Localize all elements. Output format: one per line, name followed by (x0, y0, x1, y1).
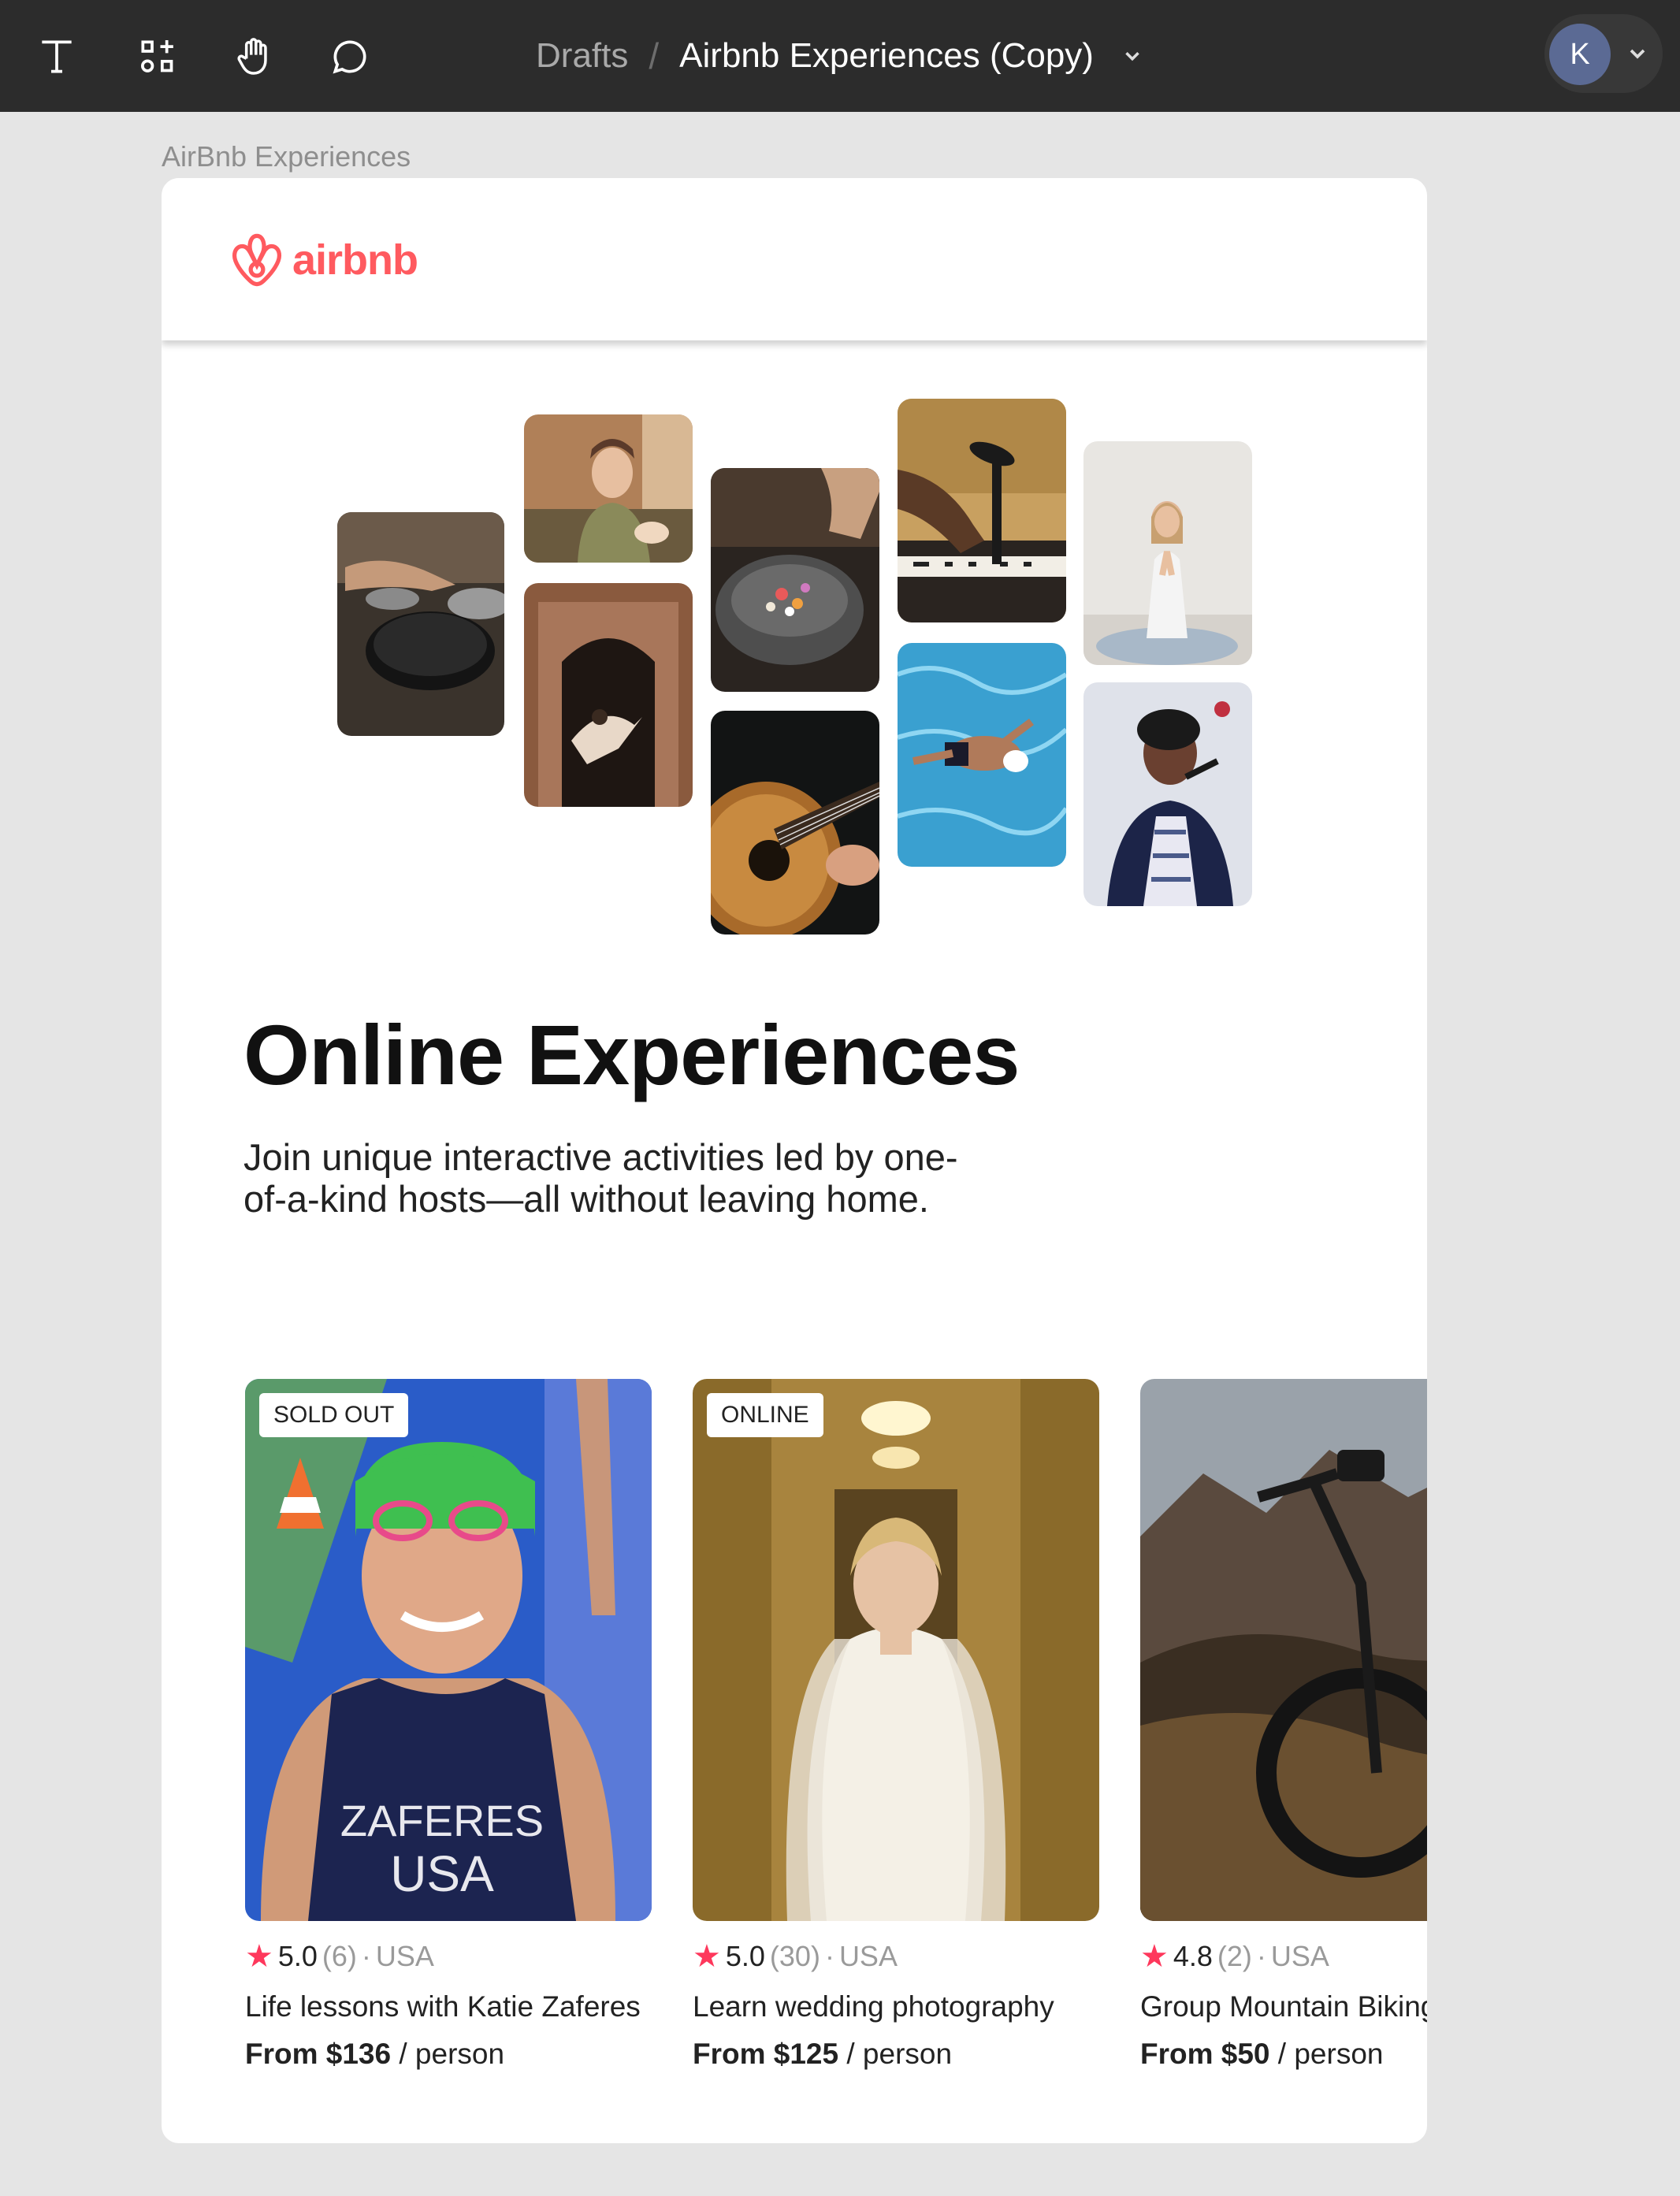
card-rating: ★ 5.0 (6) · USA (245, 1938, 652, 1975)
price-unit: / person (1269, 2038, 1384, 2070)
photo-swimmer (898, 643, 1066, 867)
design-frame[interactable]: airbnb Online Experiences Join unique in… (162, 178, 1427, 2143)
page-subtitle: Join unique interactive activities led b… (243, 1136, 958, 1220)
breadcrumb-separator: / (649, 35, 660, 76)
card-image[interactable]: ZAFERES USA SOLD OUT (245, 1379, 652, 1921)
svg-text:USA: USA (390, 1845, 494, 1902)
rating-value: 4.8 (1173, 1940, 1213, 1972)
review-count: (2) (1217, 1940, 1252, 1972)
star-icon: ★ (693, 1939, 721, 1974)
separator-dot: · (1256, 1940, 1266, 1972)
price-amount: From $136 (245, 2038, 392, 2070)
star-icon: ★ (1140, 1939, 1169, 1974)
photo-cooking (337, 512, 504, 736)
separator-dot: · (824, 1940, 834, 1972)
rating-value: 5.0 (725, 1940, 765, 1972)
chevron-down-icon[interactable] (1625, 41, 1650, 66)
page-title: Online Experiences (243, 1007, 1020, 1102)
separator-dot: · (361, 1940, 371, 1972)
status-badge: SOLD OUT (259, 1393, 409, 1437)
card-title[interactable]: Group Mountain Biking (1140, 1990, 1427, 2023)
navbar: airbnb (162, 178, 1427, 340)
location: USA (375, 1940, 434, 1972)
price-amount: From $125 (693, 2038, 839, 2070)
status-badge: ONLINE (707, 1393, 823, 1437)
photo-pasta-host (524, 414, 693, 563)
price-unit: / person (391, 2038, 505, 2070)
frame-label[interactable]: AirBnb Experiences (162, 140, 411, 173)
photo-piano (898, 399, 1066, 622)
card-image[interactable] (1140, 1379, 1427, 1921)
location: USA (1270, 1940, 1329, 1972)
avatar[interactable]: K (1549, 24, 1611, 85)
card-price: From $50 / person (1140, 2038, 1427, 2071)
breadcrumb-drafts[interactable]: Drafts (536, 36, 628, 76)
rating-value: 5.0 (277, 1940, 318, 1972)
experience-card[interactable]: ONLINE ★ 5.0 (30) · USA Learn wedding ph… (693, 1379, 1099, 2071)
experience-card[interactable]: ★ 4.8 (2) · USA Group Mountain Biking Fr… (1140, 1379, 1427, 2071)
photo-dancer-doorway (524, 583, 693, 807)
price-unit: / person (838, 2038, 953, 2070)
card-price: From $125 / person (693, 2038, 1099, 2071)
photo-guitar (711, 711, 879, 935)
card-title[interactable]: Life lessons with Katie Zaferes (245, 1990, 652, 2023)
star-icon: ★ (245, 1939, 273, 1974)
price-amount: From $50 (1140, 2038, 1270, 2070)
card-rating: ★ 5.0 (30) · USA (693, 1938, 1099, 1975)
location: USA (838, 1940, 898, 1972)
card-image[interactable]: ONLINE (693, 1379, 1099, 1921)
airbnb-logo: airbnb (229, 229, 418, 292)
chevron-down-icon[interactable] (1121, 44, 1144, 68)
card-price: From $136 / person (245, 2038, 652, 2071)
experience-card[interactable]: ZAFERES USA SOLD OUT ★ 5.0 (6) · USA Lif… (245, 1379, 652, 2071)
airbnb-belo-icon (232, 233, 282, 287)
breadcrumb: Drafts / Airbnb Experiences (Copy) (0, 0, 1680, 112)
card-rating: ★ 4.8 (2) · USA (1140, 1938, 1427, 1975)
review-count: (30) (769, 1940, 820, 1972)
file-name[interactable]: Airbnb Experiences (Copy) (679, 36, 1094, 76)
review-count: (6) (322, 1940, 357, 1972)
svg-text:ZAFERES: ZAFERES (340, 1796, 544, 1845)
logo-wordmark: airbnb (292, 236, 418, 284)
photo-yoga (1083, 441, 1252, 665)
card-title[interactable]: Learn wedding photography (693, 1990, 1099, 2023)
photo-singer (1083, 682, 1252, 906)
top-toolbar: Drafts / Airbnb Experiences (Copy) K (0, 0, 1680, 112)
photo-food-bowl (711, 468, 879, 692)
